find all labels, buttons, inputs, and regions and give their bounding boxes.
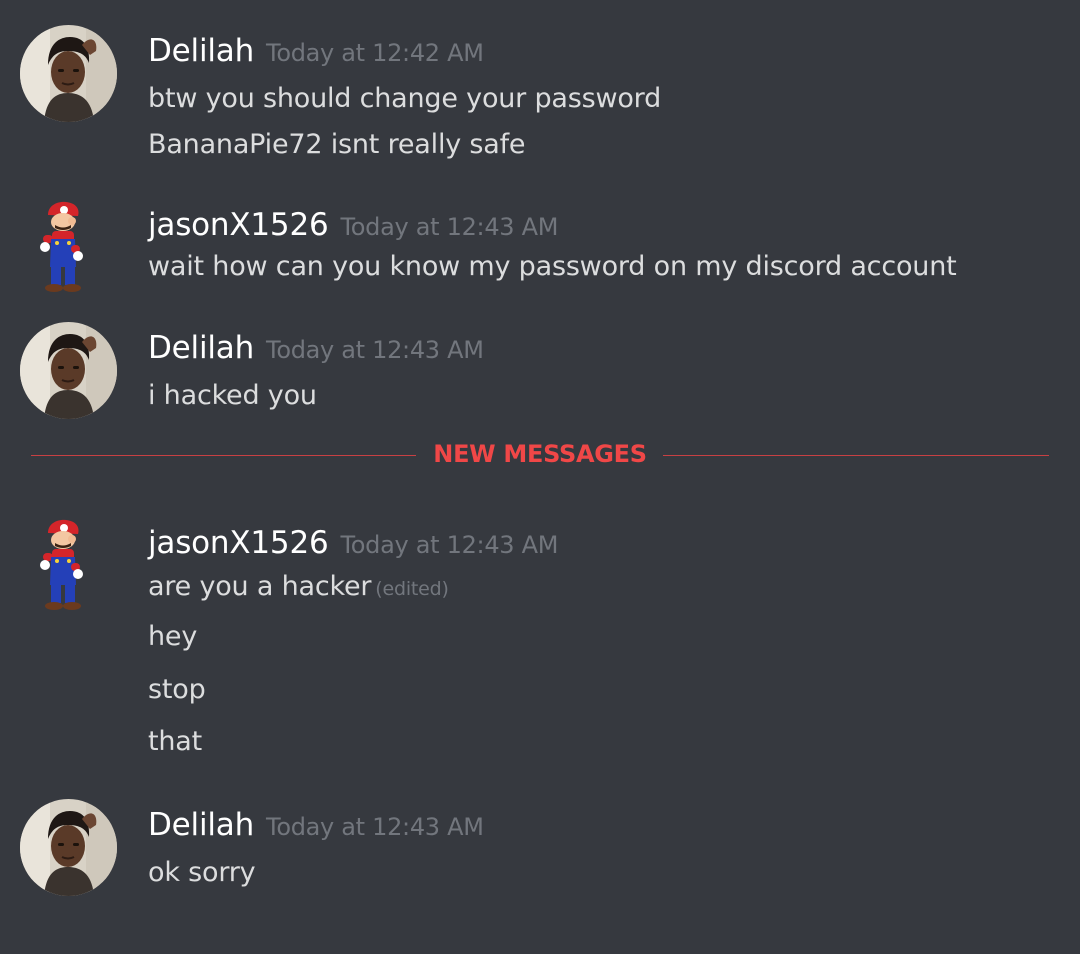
message-list: Delilah Today at 12:42 AM btw you should … (0, 0, 1080, 954)
message-text: btw you should change your password (148, 83, 662, 114)
message-text: i hacked you (148, 380, 317, 411)
message-text: BananaPie72 isnt really safe (148, 129, 526, 160)
edited-label: (edited) (375, 578, 449, 600)
message-header: jasonX1526 Today at 12:43 AM (148, 525, 558, 565)
timestamp: Today at 12:43 AM (266, 813, 484, 841)
message-text: stop (148, 674, 206, 705)
message-header: Delilah Today at 12:42 AM (148, 33, 484, 73)
username[interactable]: Delilah (148, 33, 254, 69)
message-header: Delilah Today at 12:43 AM (148, 807, 484, 847)
mario-avatar-icon[interactable] (38, 519, 88, 611)
divider-line-right (663, 455, 1049, 456)
new-messages-label: NEW MESSAGES (433, 440, 647, 468)
user-avatar-icon[interactable] (20, 25, 117, 122)
username[interactable]: Delilah (148, 330, 254, 366)
timestamp: Today at 12:43 AM (266, 336, 484, 364)
message-header: jasonX1526 Today at 12:43 AM (148, 207, 558, 247)
timestamp: Today at 12:42 AM (266, 39, 484, 67)
message-text: hey (148, 621, 198, 652)
timestamp: Today at 12:43 AM (340, 531, 559, 559)
username[interactable]: jasonX1526 (148, 525, 329, 561)
timestamp: Today at 12:43 AM (340, 213, 559, 241)
message-text: that (148, 726, 203, 757)
message-text: wait how can you know my password on my … (148, 251, 957, 282)
username[interactable]: Delilah (148, 807, 254, 843)
message-text-content: are you a hacker (148, 571, 372, 602)
user-avatar-icon[interactable] (20, 322, 117, 419)
username[interactable]: jasonX1526 (148, 207, 329, 243)
new-messages-divider: NEW MESSAGES (31, 436, 1049, 476)
message-text: ok sorry (148, 857, 256, 888)
message-header: Delilah Today at 12:43 AM (148, 330, 484, 370)
user-avatar-icon[interactable] (20, 799, 117, 896)
message-text: are you a hacker (edited) (148, 571, 449, 602)
mario-avatar-icon[interactable] (38, 201, 88, 293)
